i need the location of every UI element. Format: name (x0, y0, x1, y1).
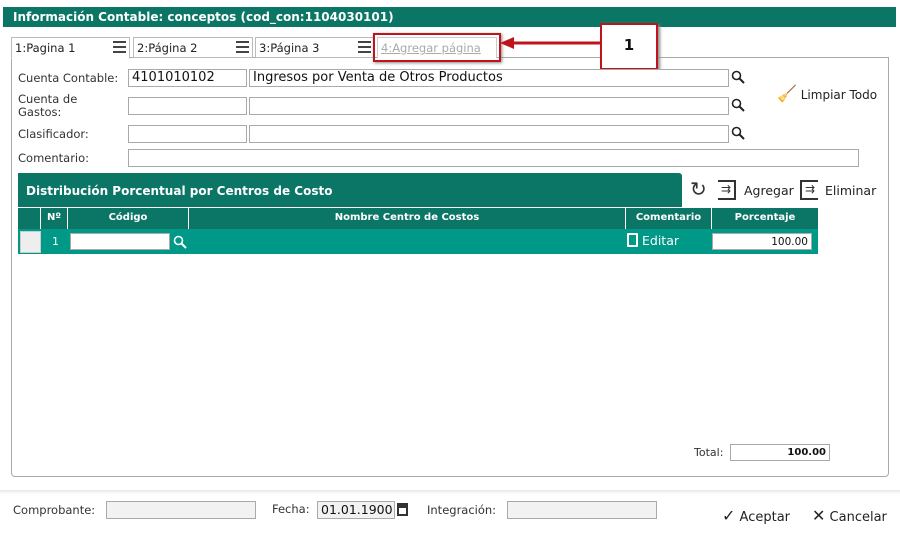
column-header-comentario[interactable]: Comentario (626, 208, 712, 229)
limpiar-label: Limpiar Todo (800, 88, 878, 102)
column-header-codigo[interactable]: Código (68, 208, 189, 229)
menu-icon[interactable] (358, 41, 371, 53)
cuenta-contable-label: Cuenta Contable: (18, 71, 119, 85)
section-title: Distribución Porcentual por Centros de C… (18, 173, 682, 207)
comprobante-label: Comprobante: (13, 503, 96, 517)
clipboard-icon (627, 233, 638, 247)
cuenta-contable-desc-input[interactable]: Ingresos por Venta de Otros Productos (249, 69, 729, 87)
refresh-icon[interactable]: ↻ (690, 177, 707, 201)
comentario-input[interactable] (128, 149, 859, 167)
editar-button[interactable]: Editar (627, 233, 679, 248)
column-header-n: Nº (41, 208, 68, 229)
tab-label: 1:Pagina 1 (15, 41, 76, 55)
highlight-box (373, 33, 501, 62)
integracion-label: Integración: (427, 503, 497, 517)
check-icon: ✓ (722, 506, 736, 525)
close-icon: ✕ (812, 506, 826, 525)
total-label: Total: (694, 446, 724, 459)
arrow-icon (500, 37, 602, 49)
limpiar-todo-button[interactable]: 🧹 Limpiar Todo (777, 84, 877, 103)
menu-icon[interactable] (236, 41, 249, 53)
cancelar-label: Cancelar (829, 510, 887, 525)
eliminar-button[interactable]: Eliminar (825, 183, 876, 198)
cuenta-gastos-code-input[interactable] (128, 97, 247, 115)
comprobante-input[interactable] (106, 501, 256, 519)
window-title: Información Contable: conceptos (cod_con… (3, 7, 896, 27)
tab-label: 3:Página 3 (259, 41, 320, 55)
total-value: 100.00 (730, 444, 830, 461)
aceptar-label: Aceptar (739, 510, 791, 525)
clasificador-label: Clasificador: (18, 127, 89, 141)
aceptar-button[interactable]: ✓ Aceptar (722, 506, 790, 525)
search-icon[interactable] (173, 235, 187, 249)
tab-pagina-2[interactable]: 2:Página 2 (133, 37, 253, 58)
clasificador-desc-input[interactable] (249, 125, 729, 143)
search-icon[interactable] (731, 98, 745, 112)
search-icon[interactable] (731, 126, 745, 140)
tab-panel (11, 57, 889, 477)
comentario-label: Comentario: (18, 151, 90, 165)
calendar-icon[interactable] (397, 503, 408, 516)
editar-label: Editar (641, 233, 679, 248)
tab-pagina-3[interactable]: 3:Página 3 (255, 37, 375, 58)
cuenta-gastos-label: Cuenta de Gastos: (18, 92, 78, 119)
clasificador-code-input[interactable] (128, 125, 247, 143)
cancelar-button[interactable]: ✕ Cancelar (812, 506, 887, 525)
codigo-input[interactable] (70, 233, 170, 250)
search-icon[interactable] (731, 70, 745, 84)
column-select (18, 208, 41, 229)
footer-divider (0, 490, 900, 494)
cuenta-gastos-desc-input[interactable] (249, 97, 729, 115)
row-number: 1 (52, 235, 59, 248)
agregar-icon: ⇉ (718, 180, 736, 200)
integracion-input[interactable] (507, 501, 657, 519)
row-selector[interactable] (20, 231, 41, 253)
tab-pagina-1[interactable]: 1:Pagina 1 (11, 37, 130, 59)
eliminar-icon: ⇉ (800, 180, 818, 200)
agregar-button[interactable]: Agregar (744, 183, 794, 198)
fecha-input[interactable]: 01.01.1900 (317, 501, 395, 519)
column-header-nombre[interactable]: Nombre Centro de Costos (189, 208, 626, 229)
callout-box: 1 (600, 23, 658, 70)
cuenta-contable-code-input[interactable]: 4101010102 (128, 69, 247, 87)
column-header-porcentaje[interactable]: Porcentaje (712, 208, 818, 229)
tab-label: 2:Página 2 (137, 41, 198, 55)
broom-icon: 🧹 (777, 84, 797, 103)
fecha-label: Fecha: (272, 502, 310, 516)
menu-icon[interactable] (113, 41, 126, 53)
porcentaje-input[interactable]: 100.00 (712, 233, 812, 250)
